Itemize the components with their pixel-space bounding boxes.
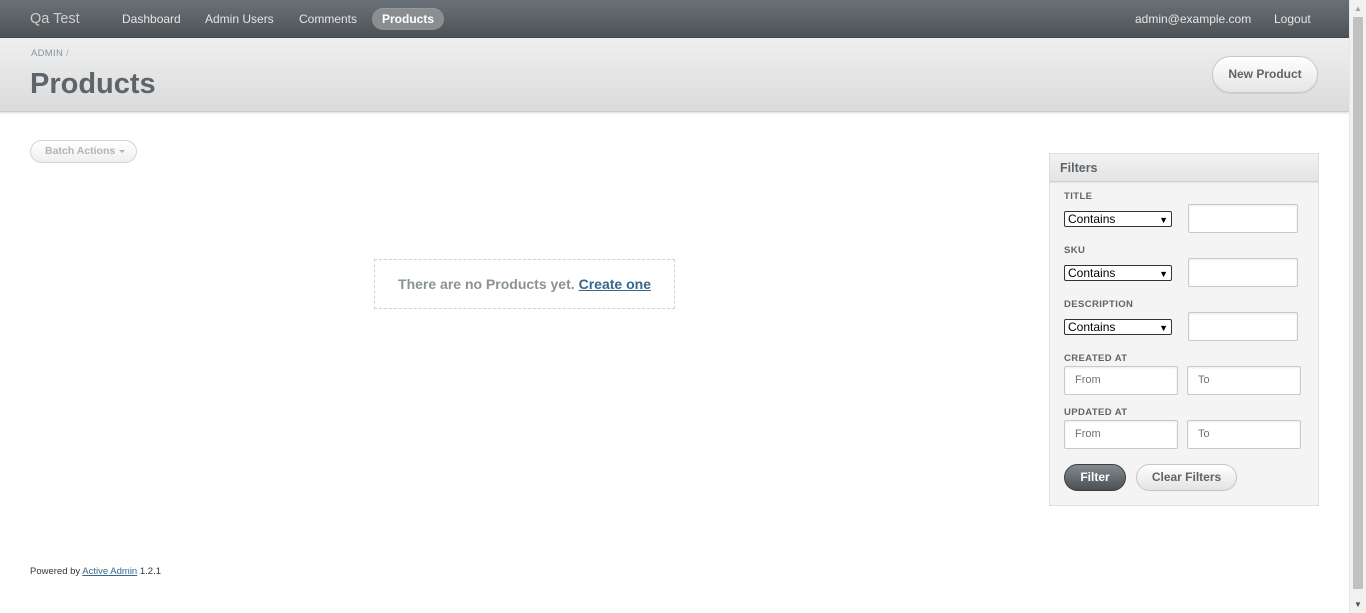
filter-title-input[interactable] [1188, 204, 1298, 233]
active-admin-link[interactable]: Active Admin [82, 566, 137, 577]
select-arrow-icon: ▼ [1159, 269, 1168, 279]
page: Qa Test Dashboard Admin Users Comments P… [0, 0, 1349, 613]
filter-created-at-from-input[interactable]: From [1064, 366, 1178, 395]
filter-updated-at-to-input[interactable]: To [1187, 420, 1301, 449]
filter-sku-label: SKU [1064, 245, 1086, 256]
filter-updated-at-from-input[interactable]: From [1064, 420, 1178, 449]
filter-created-at-to-input[interactable]: To [1187, 366, 1301, 395]
caret-down-icon [119, 149, 126, 153]
logout-link[interactable]: Logout [1264, 8, 1321, 30]
footer-powered-by: Powered by [30, 566, 81, 577]
site-title[interactable]: Qa Test [30, 11, 80, 27]
filter-description-operator-select[interactable]: Contains ▼ [1064, 319, 1172, 335]
footer: Powered by Active Admin 1.2.1 [30, 566, 161, 577]
filter-sku-input[interactable] [1188, 258, 1298, 287]
create-one-link[interactable]: Create one [579, 276, 651, 292]
nav-item-dashboard[interactable]: Dashboard [112, 8, 191, 30]
filter-title-operator-value: Contains [1068, 212, 1116, 226]
nav-item-admin-users[interactable]: Admin Users [195, 8, 284, 30]
filter-created-at-label: CREATED AT [1064, 353, 1128, 364]
filter-description-label: DESCRIPTION [1064, 299, 1134, 310]
filter-updated-at-label: UPDATED AT [1064, 407, 1128, 418]
filter-description-operator-value: Contains [1068, 320, 1116, 334]
batch-actions-dropdown[interactable]: Batch Actions [30, 140, 137, 163]
select-arrow-icon: ▼ [1159, 215, 1168, 225]
new-product-button[interactable]: New Product [1212, 56, 1318, 93]
vertical-scrollbar[interactable]: ▲ ▼ [1349, 0, 1366, 613]
filter-button[interactable]: Filter [1064, 464, 1126, 491]
batch-actions-label: Batch Actions [45, 145, 116, 157]
scrollbar-thumb[interactable] [1353, 17, 1363, 589]
title-bar: ADMIN / Products New Product [0, 38, 1349, 112]
current-user-email[interactable]: admin@example.com [1125, 8, 1261, 30]
breadcrumb-admin-link[interactable]: ADMIN [31, 48, 63, 59]
filter-sku-operator-select[interactable]: Contains ▼ [1064, 265, 1172, 281]
scroll-down-arrow-icon[interactable]: ▼ [1350, 596, 1366, 613]
clear-filters-button[interactable]: Clear Filters [1136, 464, 1237, 491]
nav-item-products[interactable]: Products [372, 8, 445, 30]
filters-sidebar: Filters TITLE Contains ▼ SKU Contains ▼ DE… [1049, 153, 1319, 506]
top-navigation-bar: Qa Test Dashboard Admin Users Comments P… [0, 0, 1349, 38]
nav-item-comments[interactable]: Comments [289, 8, 367, 30]
filter-sku-operator-value: Contains [1068, 266, 1116, 280]
filter-description-input[interactable] [1188, 312, 1298, 341]
breadcrumb: ADMIN / [31, 48, 69, 59]
filter-title-label: TITLE [1064, 191, 1093, 202]
breadcrumb-separator: / [66, 48, 70, 59]
filters-title: Filters [1050, 154, 1318, 182]
filter-title-operator-select[interactable]: Contains ▼ [1064, 211, 1172, 227]
scroll-up-arrow-icon[interactable]: ▲ [1350, 0, 1366, 17]
blank-slate: There are no Products yet. Create one [374, 259, 675, 309]
select-arrow-icon: ▼ [1159, 323, 1168, 333]
page-title: Products [30, 68, 156, 100]
footer-version: 1.2.1 [139, 566, 161, 577]
blank-slate-text: There are no Products yet. [398, 276, 575, 292]
